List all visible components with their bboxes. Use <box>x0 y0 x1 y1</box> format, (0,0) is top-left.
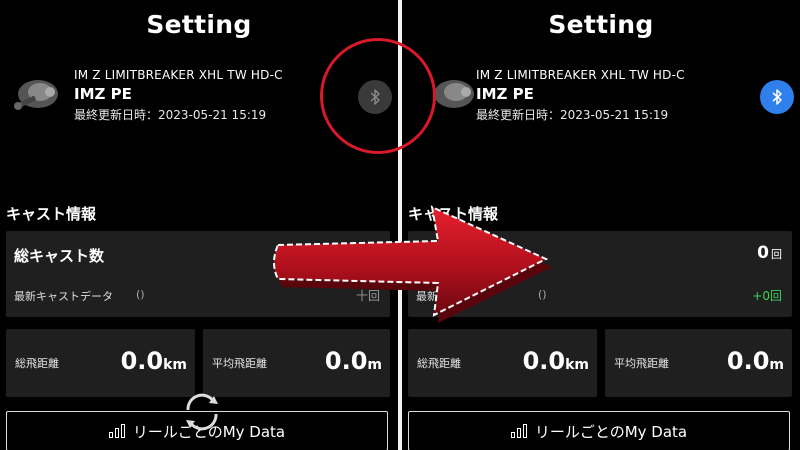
right-arrow-icon <box>273 205 552 323</box>
total-cast-label: 総キャスト数 <box>14 247 105 265</box>
latest-cast-label: 最新キャストデータ <box>14 290 113 303</box>
my-data-button[interactable]: リールごとのMy Data <box>408 411 790 450</box>
average-distance-value: 0.0m <box>726 347 784 375</box>
device-name: IMZ PE <box>74 85 132 103</box>
bluetooth-toggle[interactable] <box>760 80 794 114</box>
highlight-circle <box>320 38 436 154</box>
total-distance-card: 総飛距離 0.0km <box>6 329 195 397</box>
bluetooth-icon <box>772 89 782 105</box>
reel-image <box>14 80 58 110</box>
signal-bars-icon <box>510 424 527 438</box>
latest-cast-value: +0回 <box>752 289 782 303</box>
device-name: IMZ PE <box>476 85 534 103</box>
total-distance-card: 総飛距離 0.0km <box>408 329 597 397</box>
page-title: Setting <box>146 10 252 39</box>
average-distance-value: 0.0m <box>324 347 382 375</box>
total-distance-label: 総飛距離 <box>15 357 59 370</box>
last-updated: 最終更新日時：2023-05-21 15:19 <box>476 108 669 122</box>
device-model: IM Z LIMITBREAKER XHL TW HD-C <box>476 68 685 82</box>
total-distance-label: 総飛距離 <box>417 357 461 370</box>
latest-cast-date: () <box>136 288 145 301</box>
average-distance-card: 平均飛距離 0.0m <box>203 329 390 397</box>
cast-info-heading: キャスト情報 <box>6 205 97 223</box>
total-distance-value: 0.0km <box>522 347 589 375</box>
average-distance-label: 平均飛距離 <box>212 357 267 370</box>
page-title: Setting <box>548 10 654 39</box>
loading-spinner-icon <box>186 393 218 431</box>
signal-bars-icon <box>108 424 125 438</box>
my-data-label: リールごとのMy Data <box>534 422 688 441</box>
device-model: IM Z LIMITBREAKER XHL TW HD-C <box>74 68 283 82</box>
average-distance-card: 平均飛距離 0.0m <box>605 329 792 397</box>
total-cast-value: 0回 <box>757 243 782 263</box>
average-distance-label: 平均飛距離 <box>614 357 669 370</box>
total-distance-value: 0.0km <box>120 347 187 375</box>
last-updated: 最終更新日時：2023-05-21 15:19 <box>74 108 267 122</box>
